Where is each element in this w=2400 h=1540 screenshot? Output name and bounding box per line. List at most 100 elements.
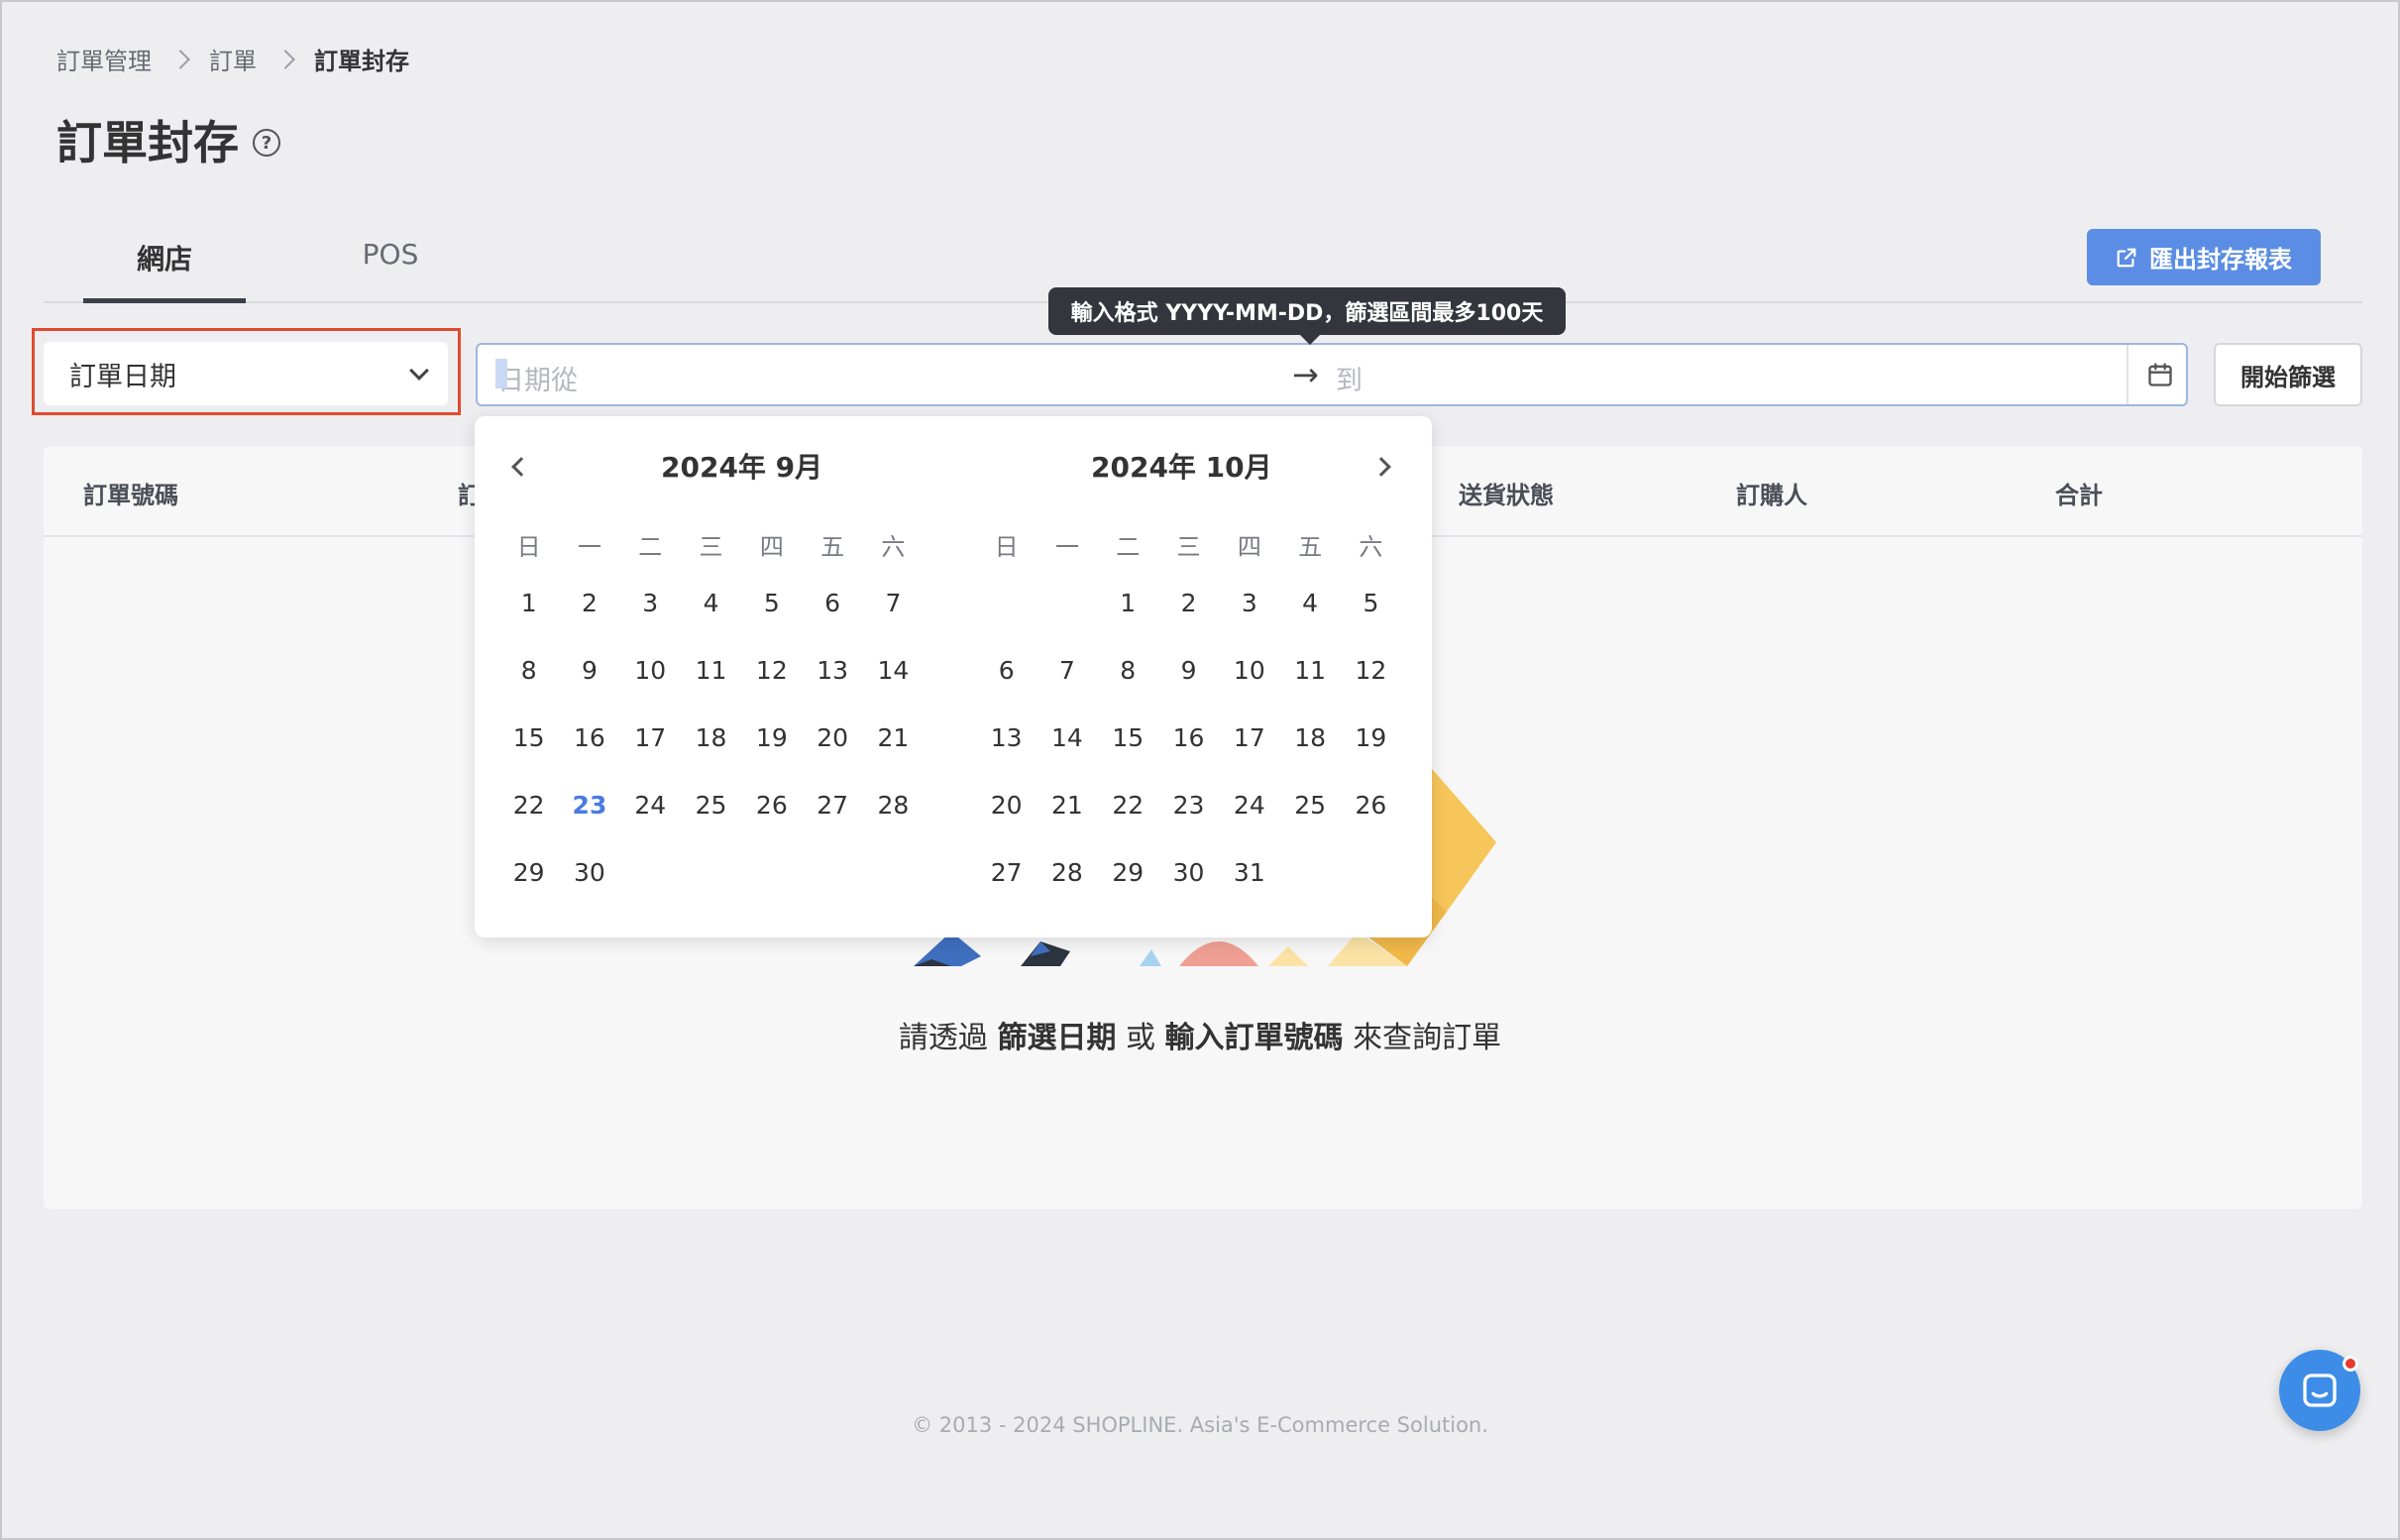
chevron-right-icon[interactable] — [1371, 457, 1391, 477]
weekday-label: 一 — [1054, 533, 1079, 561]
calendar-day[interactable]: 19 — [741, 721, 802, 789]
chevron-left-icon[interactable] — [511, 457, 531, 477]
calendar-day[interactable]: 15 — [1098, 721, 1158, 789]
calendar-day[interactable]: 28 — [1036, 856, 1097, 924]
calendar-day[interactable]: 21 — [863, 721, 924, 789]
calendar-day[interactable]: 3 — [620, 587, 681, 654]
chat-icon — [2303, 1374, 2337, 1407]
page-title-row: 訂單封存 ? — [56, 107, 280, 172]
calendar-day[interactable]: 24 — [1219, 789, 1279, 856]
date-type-select[interactable]: 訂單日期 — [44, 342, 448, 405]
calendar-day[interactable]: 14 — [1036, 721, 1097, 789]
breadcrumb: 訂單管理 訂單 訂單封存 — [56, 42, 409, 76]
calendar-day[interactable]: 12 — [741, 654, 802, 721]
calendar-day[interactable]: 29 — [1098, 856, 1158, 924]
calendar-day[interactable]: 28 — [863, 789, 924, 856]
calendar-day[interactable]: 9 — [559, 654, 619, 721]
calendar-day[interactable]: 16 — [559, 721, 619, 789]
tab-pos[interactable]: POS — [331, 228, 450, 303]
column-order-number: 訂單號碼 — [83, 482, 178, 509]
calendar-day[interactable]: 13 — [802, 654, 862, 721]
weekday-label: 五 — [1298, 533, 1323, 561]
calendar-day[interactable]: 4 — [681, 587, 741, 654]
calendar-day[interactable]: 9 — [1158, 654, 1219, 721]
calendar-day[interactable]: 10 — [620, 654, 681, 721]
calendar-day[interactable]: 1 — [1098, 587, 1158, 654]
weekday-label: 二 — [638, 533, 663, 561]
calendar-day[interactable]: 25 — [1279, 789, 1340, 856]
date-range-input[interactable]: 日期從 → 到 — [476, 343, 2188, 406]
breadcrumb-item-order-management[interactable]: 訂單管理 — [56, 42, 152, 76]
calendar-day[interactable]: 20 — [802, 721, 862, 789]
start-filter-button[interactable]: 開始篩選 — [2214, 343, 2362, 406]
calendar-day[interactable]: 30 — [1158, 856, 1219, 924]
calendar-day[interactable]: 6 — [976, 654, 1036, 721]
calendar-day[interactable]: 14 — [863, 654, 924, 721]
column-shipping-status: 送貨狀態 — [1459, 482, 1554, 509]
calendar-day[interactable]: 7 — [863, 587, 924, 654]
calendar-day[interactable]: 17 — [1219, 721, 1279, 789]
calendar-day[interactable]: 4 — [1279, 587, 1340, 654]
date-from-input[interactable]: 日期從 — [495, 359, 578, 397]
calendar-month-title-left: 2024年 9月 — [661, 451, 823, 484]
calendar-day[interactable]: 10 — [1219, 654, 1279, 721]
weekday-label: 三 — [1176, 533, 1201, 561]
calendar-day[interactable]: 22 — [1098, 789, 1158, 856]
calendar-day[interactable]: 6 — [802, 587, 862, 654]
export-archive-report-button[interactable]: 匯出封存報表 — [2087, 229, 2321, 285]
calendar-day[interactable]: 5 — [741, 587, 802, 654]
calendar-day[interactable]: 17 — [620, 721, 681, 789]
calendar-day[interactable]: 30 — [559, 856, 619, 924]
calendar-day-empty — [976, 587, 1036, 654]
calendar-day[interactable]: 8 — [498, 654, 559, 721]
calendar-day[interactable]: 18 — [1279, 721, 1340, 789]
calendar-day[interactable]: 2 — [559, 587, 619, 654]
calendar-icon[interactable] — [2146, 361, 2174, 388]
weekday-header-right: 日一二三四五六 — [976, 527, 1401, 562]
calendar-day[interactable]: 27 — [802, 789, 862, 856]
calendar-day[interactable]: 26 — [1341, 789, 1401, 856]
help-icon[interactable]: ? — [253, 129, 280, 157]
calendar-day[interactable]: 24 — [620, 789, 681, 856]
tab-online-store[interactable]: 網店 — [83, 228, 246, 303]
calendar-day[interactable]: 1 — [498, 587, 559, 654]
calendar-day[interactable]: 29 — [498, 856, 559, 924]
weekday-label: 二 — [1116, 533, 1141, 561]
calendar-day[interactable]: 15 — [498, 721, 559, 789]
calendar-day[interactable]: 23 — [1158, 789, 1219, 856]
breadcrumb-item-current: 訂單封存 — [314, 48, 409, 75]
date-to-input[interactable]: 到 — [1336, 359, 1363, 397]
calendar-day[interactable]: 7 — [1036, 654, 1097, 721]
calendar-day[interactable]: 31 — [1219, 856, 1279, 924]
calendar-day[interactable]: 12 — [1341, 654, 1401, 721]
calendar-day[interactable]: 11 — [1279, 654, 1340, 721]
weekday-label: 一 — [577, 533, 601, 561]
date-picker-popup: 2024年 9月 2024年 10月 日一二三四五六 日一二三四五六 12345… — [475, 416, 1432, 937]
calendar-day-empty — [1036, 587, 1097, 654]
chevron-right-icon — [275, 49, 295, 69]
calendar-day[interactable]: 5 — [1341, 587, 1401, 654]
calendar-day[interactable]: 23 — [559, 789, 619, 856]
calendar-day[interactable]: 16 — [1158, 721, 1219, 789]
weekday-label: 六 — [881, 533, 906, 561]
breadcrumb-item-orders[interactable]: 訂單 — [209, 42, 257, 76]
arrow-right-icon: → — [1292, 356, 1319, 393]
calendar-day[interactable]: 27 — [976, 856, 1036, 924]
calendar-day[interactable]: 3 — [1219, 587, 1279, 654]
calendar-day[interactable]: 22 — [498, 789, 559, 856]
calendar-day[interactable]: 25 — [681, 789, 741, 856]
calendar-day[interactable]: 20 — [976, 789, 1036, 856]
weekday-label: 四 — [759, 533, 784, 561]
calendar-day[interactable]: 18 — [681, 721, 741, 789]
calendar-day[interactable]: 19 — [1341, 721, 1401, 789]
calendar-day[interactable]: 26 — [741, 789, 802, 856]
calendar-day[interactable]: 11 — [681, 654, 741, 721]
calendar-day[interactable]: 13 — [976, 721, 1036, 789]
empty-state-message: 請透過 篩選日期 或 輸入訂單號碼 來查詢訂單 — [898, 1021, 1502, 1055]
notification-badge — [2343, 1356, 2358, 1372]
calendar-day[interactable]: 21 — [1036, 789, 1097, 856]
calendar-day[interactable]: 8 — [1098, 654, 1158, 721]
calendar-day[interactable]: 2 — [1158, 587, 1219, 654]
column-customer: 訂購人 — [1736, 482, 1807, 509]
date-type-value: 訂單日期 — [69, 361, 176, 392]
